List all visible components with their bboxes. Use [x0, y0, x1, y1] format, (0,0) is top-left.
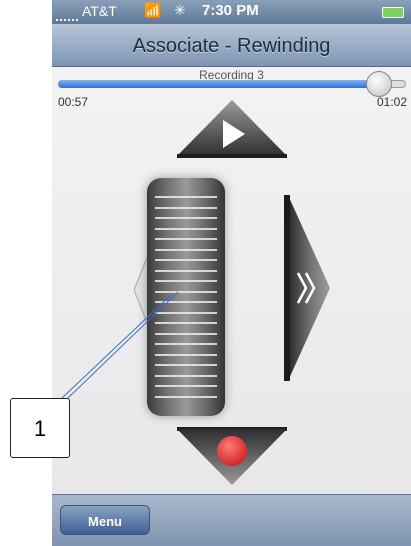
progress-thumb[interactable] [366, 71, 392, 97]
scroll-wheel-rib [155, 259, 217, 261]
record-button[interactable] [175, 425, 289, 487]
page-title: Associate - Rewinding [132, 35, 331, 57]
progress-fill [58, 80, 378, 88]
scroll-wheel-rib [155, 280, 217, 282]
progress-slider[interactable] [58, 71, 406, 97]
scroll-wheel[interactable] [147, 178, 225, 416]
scroll-wheel-rib [155, 395, 217, 398]
scroll-wheel-rib [155, 206, 217, 209]
track-title: Recording 3 [199, 68, 264, 80]
scroll-wheel-rib [155, 227, 217, 230]
carrier-label: AT&T [82, 3, 117, 19]
scroll-wheel-rib [155, 332, 217, 335]
scroll-wheel-rib [155, 374, 217, 377]
fast-forward-button[interactable] [284, 193, 332, 383]
signal-icon [56, 15, 78, 21]
battery-icon [382, 7, 404, 18]
scroll-wheel-rib [155, 353, 217, 356]
scroll-wheel-rib [155, 364, 217, 366]
callout-label: 1 [10, 398, 70, 458]
scroll-wheel-rib [155, 248, 217, 251]
scroll-wheel-rib [155, 238, 217, 240]
wifi-icon: 📶 [144, 2, 162, 18]
status-bar: AT&T 📶 ✳ 7:30 PM [52, 0, 411, 24]
record-icon [217, 436, 247, 466]
play-button[interactable] [175, 98, 289, 160]
bottom-toolbar: Menu [52, 494, 411, 546]
scroll-wheel-rib [155, 269, 217, 272]
activity-spinner-icon: ✳ [174, 2, 186, 18]
scroll-wheel-rib [155, 311, 217, 314]
rewind-indicator-icon [133, 254, 149, 326]
scroll-wheel-rib [155, 385, 217, 387]
total-time: 01:02 [376, 95, 407, 109]
scroll-wheel-rib [155, 301, 217, 303]
scroll-wheel-rib [155, 196, 217, 198]
scroll-wheel-rib [155, 217, 217, 219]
clock: 7:30 PM [202, 2, 259, 19]
menu-button[interactable]: Menu [60, 505, 150, 535]
scroll-wheel-rib [155, 322, 217, 324]
scroll-wheel-rib [155, 290, 217, 293]
elapsed-time: 00:57 [58, 95, 89, 109]
nav-bar: Associate - Rewinding [52, 24, 411, 67]
phone-screen: AT&T 📶 ✳ 7:30 PM Associate - Rewinding R… [52, 0, 411, 546]
scroll-wheel-rib [155, 343, 217, 345]
